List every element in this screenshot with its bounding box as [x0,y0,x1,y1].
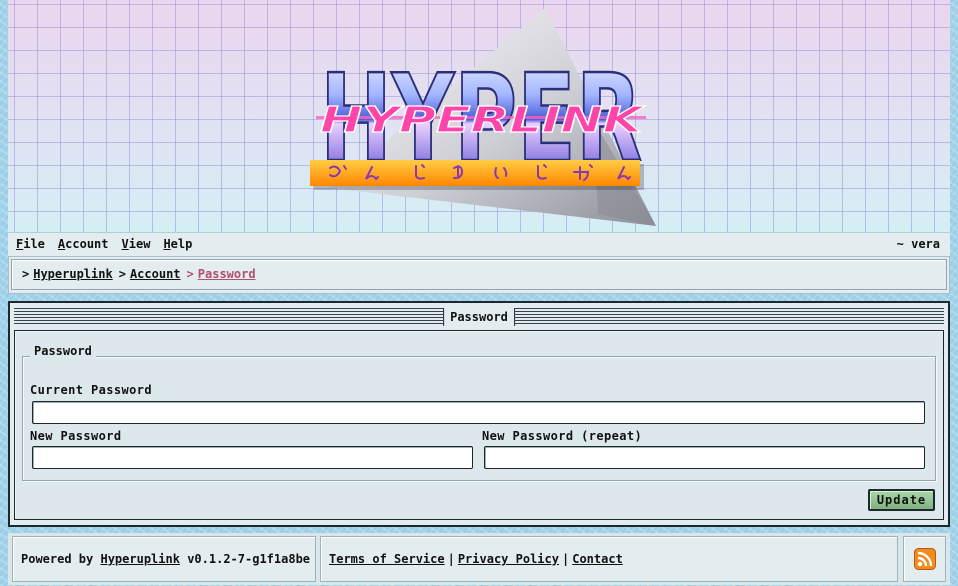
terms-of-service-link[interactable]: Terms of Service [329,552,445,566]
breadcrumb-hyperuplink[interactable]: Hyperuplink [33,267,112,281]
breadcrumb: > Hyperuplink > Account > Password [11,259,947,290]
breadcrumb-account[interactable]: Account [130,267,181,281]
password-panel: Password Password Current Password New P… [8,301,950,527]
powered-by-text: Powered by [21,552,94,566]
footer-feed [903,536,946,582]
site-logo[interactable]: HYPER HYPERLINK [8,0,950,232]
current-password-label: Current Password [30,383,152,397]
menu-bar: File Account View Help ~ vera [8,232,950,256]
privacy-policy-link[interactable]: Privacy Policy [458,552,559,566]
fieldset-legend: Password [30,344,96,358]
new-password-repeat-input[interactable] [484,446,925,469]
breadcrumb-separator: > [22,267,30,281]
menu-account[interactable]: Account [58,237,109,251]
footer-powered-by: Powered by Hyperuplink v0.1.2-7-g1f1a8be [12,536,316,582]
new-password-repeat-label: New Password (repeat) [482,429,643,443]
rss-icon[interactable] [914,548,936,570]
current-user[interactable]: ~ vera [897,237,940,251]
breadcrumb-separator: > [186,267,194,281]
logo-subtitle-bar [310,160,640,186]
menu-help[interactable]: Help [163,237,192,251]
panel-content: Password Current Password New Password N… [14,330,944,520]
new-password-input[interactable] [32,446,473,469]
footer-app-link[interactable]: Hyperuplink [100,552,179,566]
breadcrumb-separator: > [118,267,126,281]
contact-link[interactable]: Contact [572,552,623,566]
menu-view[interactable]: View [122,237,151,251]
panel-title: Password [443,308,515,326]
footer-separator: | [447,552,455,566]
menu-file[interactable]: File [16,237,45,251]
current-password-input[interactable] [32,401,925,424]
logo-overlay: HYPERLINK [320,100,646,141]
panel-titlebar: Password [14,308,944,326]
breadcrumb-bar: > Hyperuplink > Account > Password [8,256,950,294]
header-banner: HYPER HYPERLINK [8,0,950,232]
new-password-label: New Password [30,429,122,443]
footer-links: Terms of Service | Privacy Policy | Contact [320,536,898,582]
update-button[interactable]: Update [868,489,935,511]
menu-items: File Account View Help [16,237,192,251]
footer: Powered by Hyperuplink v0.1.2-7-g1f1a8be… [8,533,950,585]
breadcrumb-password[interactable]: Password [198,267,256,281]
footer-separator: | [561,552,570,566]
app-version: v0.1.2-7-g1f1a8be [187,552,311,566]
